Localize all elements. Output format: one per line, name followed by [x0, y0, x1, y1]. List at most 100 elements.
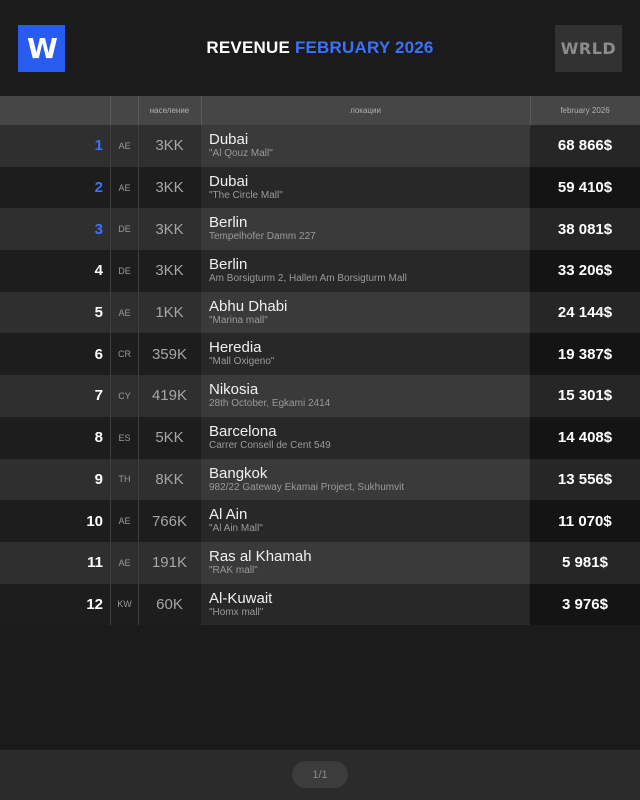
population-cell: 3KK: [138, 208, 201, 251]
table-body: 1 AE 3KK Dubai "Al Qouz Mall" 68 866$ 2 AE 3KK Du…: [0, 125, 640, 626]
column-divider: [138, 208, 139, 251]
location-address: 28th October, Egkami 2414: [209, 398, 331, 410]
location-cell: Abhu Dhabi "Marina mall": [201, 291, 530, 334]
column-divider: [138, 250, 139, 292]
table-row: 8 ES 5KK Barcelona Carrer Consell de Cent 54…: [0, 416, 640, 459]
country-code-cell: TH: [111, 458, 138, 501]
country-code-cell: CY: [111, 375, 138, 417]
location-cell: Barcelona Carrer Consell de Cent 549: [201, 416, 530, 459]
table-header: население локации february 2026: [0, 96, 640, 125]
location-cell: Dubai "Al Qouz Mall": [201, 125, 530, 167]
table-row: 2 AE 3KK Dubai "The Circle Mall" 59 410$: [0, 166, 640, 209]
country-code-cell: AE: [111, 541, 138, 584]
location-address: Tempelhofer Damm 227: [209, 231, 316, 243]
column-divider: [138, 458, 139, 501]
city-name: Barcelona: [209, 422, 277, 440]
population-cell: 3KK: [138, 125, 201, 167]
revenue-cell: 68 866$: [530, 125, 640, 167]
column-divider: [110, 416, 111, 459]
population-cell: 60K: [138, 583, 201, 626]
revenue-cell: 59 410$: [530, 166, 640, 209]
page-title: REVENUE FEBRUARY 2026: [0, 38, 640, 58]
column-divider: [110, 500, 111, 542]
rank-cell: 11: [0, 541, 111, 584]
revenue-cell: 11 070$: [530, 500, 640, 542]
location-cell: Ras al Khamah "RAK mall": [201, 541, 530, 584]
population-cell: 419K: [138, 375, 201, 417]
location-address: "Marina mall": [209, 314, 268, 326]
revenue-cell: 38 081$: [530, 208, 640, 251]
city-name: Dubai: [209, 172, 249, 190]
city-name: Abhu Dhabi: [209, 297, 288, 315]
population-cell: 191K: [138, 541, 201, 584]
table-row: 4 DE 3KK Berlin Am Borsigturm 2, Hallen Am B…: [0, 250, 640, 292]
table-row: 6 CR 359K Heredia "Mall Oxigeno" 19 387$: [0, 333, 640, 376]
country-code-cell: AE: [111, 500, 138, 542]
column-divider: [110, 125, 111, 167]
column-divider: [110, 458, 111, 501]
population-cell: 359K: [138, 333, 201, 376]
country-code-cell: AE: [111, 291, 138, 334]
rank-cell: 3: [0, 208, 111, 251]
column-divider: [110, 208, 111, 251]
location-address: Carrer Consell de Cent 549: [209, 439, 331, 451]
population-cell: 5KK: [138, 416, 201, 459]
revenue-table: население локации february 2026 1 AE 3KK Du…: [0, 96, 640, 626]
column-divider: [138, 166, 139, 209]
column-header-locations: локации: [350, 106, 381, 115]
column-divider: [110, 333, 111, 376]
population-cell: 8KK: [138, 458, 201, 501]
table-row: 7 CY 419K Nikosia 28th October, Egkami 2414 1…: [0, 375, 640, 417]
revenue-cell: 3 976$: [530, 583, 640, 626]
column-divider: [138, 375, 139, 417]
rank-cell: 6: [0, 333, 111, 376]
city-name: Heredia: [209, 339, 262, 357]
country-code-cell: AE: [111, 166, 138, 209]
rank-cell: 9: [0, 458, 111, 501]
table-row: 3 DE 3KK Berlin Tempelhofer Damm 227 38 081$: [0, 208, 640, 251]
column-divider: [138, 541, 139, 584]
location-address: "Mall Oxigeno": [209, 356, 275, 368]
table-row: 1 AE 3KK Dubai "Al Qouz Mall" 68 866$: [0, 125, 640, 167]
location-address: "RAK mall": [209, 564, 258, 576]
rank-cell: 8: [0, 416, 111, 459]
wrld-badge: WRLD: [555, 25, 622, 72]
country-code-cell: DE: [111, 208, 138, 251]
page-indicator[interactable]: 1/1: [292, 761, 348, 788]
revenue-cell: 15 301$: [530, 375, 640, 417]
rank-cell: 10: [0, 500, 111, 542]
location-cell: Nikosia 28th October, Egkami 2414: [201, 375, 530, 417]
population-cell: 3KK: [138, 166, 201, 209]
column-divider: [110, 250, 111, 292]
column-divider: [138, 291, 139, 334]
population-cell: 3KK: [138, 250, 201, 292]
city-name: Ras al Khamah: [209, 547, 312, 565]
country-code-cell: CR: [111, 333, 138, 376]
rank-cell: 7: [0, 375, 111, 417]
header: W REVENUE FEBRUARY 2026 WRLD: [0, 0, 640, 96]
location-cell: Dubai "The Circle Mall": [201, 166, 530, 209]
table-row: 11 AE 191K Ras al Khamah "RAK mall" 5 981$: [0, 541, 640, 584]
wrld-label: WRLD: [560, 39, 617, 58]
revenue-cell: 33 206$: [530, 250, 640, 292]
column-divider: [138, 333, 139, 376]
column-divider: [138, 583, 139, 626]
city-name: Berlin: [209, 256, 248, 274]
country-code-cell: AE: [111, 125, 138, 167]
location-address: Am Borsigturm 2, Hallen Am Borsigturm Ma…: [209, 273, 407, 285]
revenue-cell: 24 144$: [530, 291, 640, 334]
location-address: "The Circle Mall": [209, 189, 283, 201]
city-name: Bangkok: [209, 464, 268, 482]
country-code-cell: ES: [111, 416, 138, 459]
table-row: 9 TH 8KK Bangkok 982/22 Gateway Ekamai Proje…: [0, 458, 640, 501]
header-divider: [110, 96, 111, 125]
location-cell: Berlin Tempelhofer Damm 227: [201, 208, 530, 251]
column-divider: [110, 583, 111, 626]
location-address: 982/22 Gateway Ekamai Project, Sukhumvit: [209, 481, 405, 493]
column-divider: [110, 291, 111, 334]
country-code-cell: DE: [111, 250, 138, 292]
city-name: Dubai: [209, 131, 249, 148]
rank-cell: 12: [0, 583, 111, 626]
city-name: Al-Kuwait: [209, 589, 273, 607]
rank-cell: 5: [0, 291, 111, 334]
